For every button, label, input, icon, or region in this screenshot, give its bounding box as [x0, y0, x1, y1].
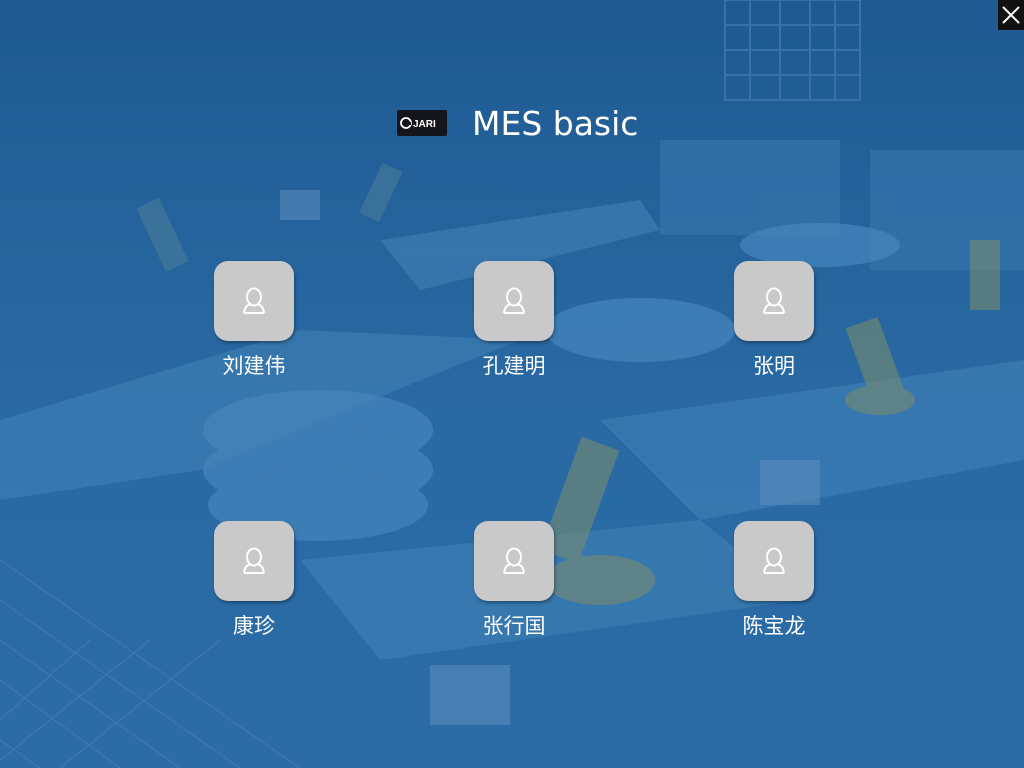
user-icon	[763, 287, 785, 314]
user-tile[interactable]: 孔建明	[434, 261, 594, 391]
avatar[interactable]	[734, 521, 814, 601]
avatar[interactable]	[474, 521, 554, 601]
user-tile[interactable]: 刘建伟	[174, 261, 334, 391]
app-header: JARI MES basic	[0, 104, 1024, 144]
svg-text:JARI: JARI	[413, 119, 436, 130]
user-name: 康珍	[233, 614, 275, 638]
jari-logo: JARI	[397, 110, 447, 136]
user-name: 张明	[753, 354, 795, 378]
avatar[interactable]	[214, 261, 294, 341]
user-name: 陈宝龙	[742, 614, 806, 638]
app-title: MES basic	[472, 104, 639, 143]
avatar[interactable]	[734, 261, 814, 341]
user-icon	[503, 287, 525, 314]
user-name: 孔建明	[482, 354, 546, 378]
user-name: 刘建伟	[222, 354, 286, 378]
user-icon	[503, 547, 525, 574]
avatar[interactable]	[214, 521, 294, 601]
user-name: 张行国	[482, 614, 546, 638]
user-icon	[763, 547, 785, 574]
avatar[interactable]	[474, 261, 554, 341]
user-tile[interactable]: 张明	[694, 261, 854, 391]
close-button[interactable]	[998, 0, 1024, 30]
user-tile[interactable]: 陈宝龙	[694, 521, 854, 651]
user-tile[interactable]: 康珍	[174, 521, 334, 651]
user-icon	[243, 287, 265, 314]
user-icon	[243, 547, 265, 574]
user-tile[interactable]: 张行国	[434, 521, 594, 651]
close-icon	[1002, 6, 1020, 24]
